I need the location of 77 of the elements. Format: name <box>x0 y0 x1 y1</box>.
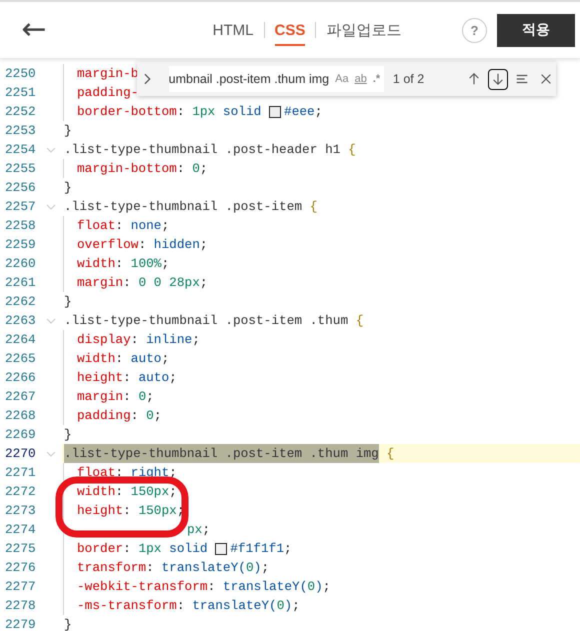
line-number: 2251 <box>4 84 37 102</box>
line-number: 2277 <box>4 578 37 596</box>
code-line: width: 100%; <box>77 255 170 273</box>
back-button[interactable]: ← <box>12 10 56 50</box>
search-option-toggle[interactable]: ab <box>354 73 367 85</box>
code-line: margin-bottom: 0; <box>77 160 208 178</box>
code-line: -webkit-transform: translateY(0); <box>77 578 330 596</box>
code-line: padding- <box>77 84 138 102</box>
code-line: width: auto; <box>77 350 170 368</box>
code-line: border-bottom: 1px solid #eee; <box>77 103 322 121</box>
code-line: } <box>64 293 72 311</box>
code-line: border: 1px solid #f1f1f1; <box>77 540 292 558</box>
code-line: overflow: hidden; <box>77 236 208 254</box>
line-number: 2267 <box>4 388 37 406</box>
search-field[interactable]: umbnail .post-item .thum img Aa ab .* <box>168 66 384 92</box>
code-line: } <box>64 179 72 197</box>
arrow-up-icon <box>466 72 481 86</box>
line-number: 2270 <box>4 445 37 463</box>
line-number: 2264 <box>4 331 37 349</box>
editor-tab[interactable]: CSS <box>274 14 306 46</box>
code-line: px; <box>187 521 210 539</box>
line-number: 2250 <box>4 65 37 83</box>
code-line: margin: 0; <box>77 388 154 406</box>
line-number: 2272 <box>4 483 37 501</box>
code-line: padding: 0; <box>77 407 162 425</box>
line-number: 2276 <box>4 559 37 577</box>
close-icon <box>538 72 553 86</box>
code-line: .list-type-thumbnail .post-header h1 { <box>64 141 356 159</box>
line-number: 2269 <box>4 426 37 444</box>
line-number: 2257 <box>4 198 37 216</box>
next-match-button[interactable] <box>488 68 508 90</box>
code-line: -ms-transform: translateY(0); <box>77 597 300 615</box>
line-number: 2262 <box>4 293 37 311</box>
code-line: height: auto; <box>77 369 177 387</box>
code-line: transform: translateY(0); <box>77 559 270 577</box>
line-number: 2261 <box>4 274 37 292</box>
line-number: 2279 <box>4 616 37 631</box>
code-line: height: 150px; <box>77 502 185 520</box>
chevron-icon[interactable] <box>143 73 151 85</box>
code-line: } <box>64 616 72 631</box>
code-line: .list-type-thumbnail .post-item { <box>64 198 318 216</box>
line-number: 2263 <box>4 312 37 330</box>
line-number: 2274 <box>4 521 37 539</box>
editor-tab[interactable]: HTML <box>212 14 254 46</box>
code-line: float: none; <box>77 217 170 235</box>
match-count: 1 of 2 <box>392 72 426 86</box>
code-line: .list-type-thumbnail .post-item .thum { <box>64 312 364 330</box>
line-number: 2271 <box>4 464 37 482</box>
code-line: } <box>64 122 72 140</box>
code-line: display: inline; <box>77 331 200 349</box>
line-number: 2256 <box>4 179 37 197</box>
help-button[interactable]: ? <box>462 18 487 42</box>
code-line: margin-b <box>77 65 138 83</box>
code-line: } <box>64 426 72 444</box>
line-number: 2253 <box>4 122 37 140</box>
line-number: 2255 <box>4 160 37 178</box>
line-number: 2266 <box>4 369 37 387</box>
line-number: 2252 <box>4 103 37 121</box>
lines-icon <box>514 72 529 86</box>
line-number: 2258 <box>4 217 37 235</box>
search-query: umbnail .post-item .thum img <box>168 72 330 86</box>
line-number: 2268 <box>4 407 37 425</box>
line-number: 2275 <box>4 540 37 558</box>
line-number: 2278 <box>4 597 37 615</box>
arrow-down-icon <box>490 72 505 86</box>
line-number: 2260 <box>4 255 37 273</box>
code-line: margin: 0 0 28px; <box>77 274 208 292</box>
line-number: 2259 <box>4 236 37 254</box>
line-number: 2265 <box>4 350 37 368</box>
line-number: 2254 <box>4 141 37 159</box>
code-line: width: 150px; <box>77 483 177 501</box>
search-option-toggle[interactable]: Aa <box>335 73 349 85</box>
line-number: 2273 <box>4 502 37 520</box>
code-line: .list-type-thumbnail .post-item .thum img { <box>64 444 394 463</box>
apply-button[interactable]: 적용 <box>497 14 575 46</box>
editor-tab[interactable]: 파일업로드 <box>326 14 402 46</box>
search-option-toggle[interactable]: .* <box>372 73 380 85</box>
